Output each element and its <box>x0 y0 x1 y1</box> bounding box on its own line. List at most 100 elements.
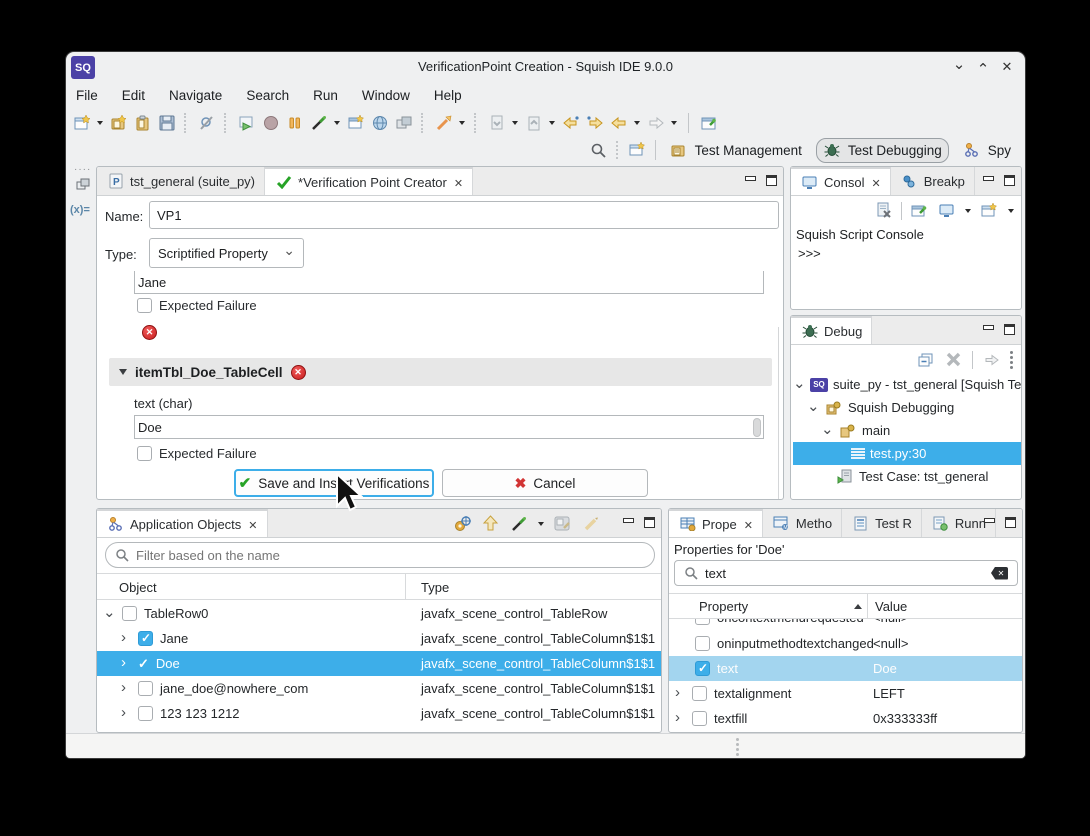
forward-icon[interactable] <box>646 114 665 133</box>
launch-dropdown-icon[interactable] <box>459 121 465 125</box>
display-console-icon[interactable] <box>937 201 956 220</box>
new-test-suite-icon[interactable] <box>109 114 128 133</box>
pick-parent-icon[interactable] <box>481 514 500 533</box>
minimize-panel-icon[interactable] <box>984 518 995 527</box>
previous-annotation-dropdown-icon[interactable] <box>549 121 555 125</box>
display-console-dropdown-icon[interactable] <box>965 209 971 213</box>
expected-failure-checkbox-2[interactable] <box>137 446 152 461</box>
collapse-caret-icon[interactable] <box>119 369 127 375</box>
menu-navigate[interactable]: Navigate <box>169 88 222 103</box>
menu-window[interactable]: Window <box>362 88 410 103</box>
column-value[interactable]: Value <box>875 599 907 614</box>
tab-debug[interactable]: Debug <box>791 316 872 344</box>
pin-editor-icon[interactable] <box>699 114 718 133</box>
maximize-panel-icon[interactable] <box>644 517 655 528</box>
new-test-case-icon[interactable] <box>133 114 152 133</box>
tab-breakpoints[interactable]: Breakp <box>891 167 975 195</box>
chevron-down-icon[interactable] <box>793 379 805 391</box>
minimize-panel-icon[interactable] <box>983 325 994 334</box>
tab-methods[interactable]: M Metho <box>763 509 842 537</box>
previous-annotation-icon[interactable] <box>524 114 543 133</box>
tab-application-objects[interactable]: Application Objects <box>97 509 268 537</box>
menu-run[interactable]: Run <box>313 88 338 103</box>
pause-icon[interactable] <box>285 114 304 133</box>
maximize-panel-icon[interactable] <box>766 175 777 186</box>
jane-value-input[interactable] <box>138 275 760 290</box>
maximize-panel-icon[interactable] <box>1004 175 1015 186</box>
field-scrollbar[interactable] <box>753 418 761 437</box>
chevron-right-icon[interactable] <box>119 658 131 670</box>
doe-value-field[interactable] <box>134 415 764 439</box>
run-test-icon[interactable] <box>237 114 256 133</box>
browser-icon[interactable] <box>370 114 389 133</box>
perspective-test-debugging[interactable]: Test Debugging <box>816 138 949 163</box>
launch-aut-icon[interactable] <box>434 114 453 133</box>
debug-testcase-row[interactable]: Test Case: tst_general <box>793 465 1021 488</box>
back-icon[interactable] <box>609 114 628 133</box>
property-checkbox[interactable] <box>695 619 710 625</box>
new-icon[interactable] <box>72 114 91 133</box>
forward-to-last-edit-icon[interactable] <box>585 114 604 133</box>
back-to-last-edit-icon[interactable] <box>561 114 580 133</box>
chevron-down-icon[interactable] <box>807 402 819 414</box>
property-filter-input[interactable] <box>705 566 984 581</box>
tab-properties[interactable]: Prope <box>669 509 763 537</box>
object-picker-icon[interactable] <box>509 514 528 533</box>
tab-tst-general[interactable]: P tst_general (suite_py) <box>97 167 265 195</box>
perspective-test-management[interactable]: Test Management <box>664 139 808 162</box>
object-checkbox[interactable] <box>138 681 153 696</box>
column-object[interactable]: Object <box>119 580 157 595</box>
maximize-window-button[interactable] <box>973 58 993 76</box>
property-row-textfill[interactable]: textfill 0x333333ff <box>669 706 1022 731</box>
minimize-panel-icon[interactable] <box>745 176 756 185</box>
maximize-panel-icon[interactable] <box>1004 324 1015 335</box>
collapse-all-icon[interactable] <box>916 350 935 369</box>
open-console-dropdown-icon[interactable] <box>1008 209 1014 213</box>
chevron-down-icon[interactable] <box>103 608 115 620</box>
chevron-right-icon[interactable] <box>673 713 685 725</box>
edit-object-icon[interactable] <box>582 514 601 533</box>
menu-file[interactable]: File <box>76 88 98 103</box>
property-checkbox[interactable] <box>695 636 710 651</box>
picker-dropdown-icon[interactable] <box>334 121 340 125</box>
property-checkbox[interactable] <box>692 711 707 726</box>
new-window-icon[interactable] <box>346 114 365 133</box>
back-dropdown-icon[interactable] <box>634 121 640 125</box>
clear-console-icon[interactable] <box>874 201 893 220</box>
debug-stack-frame-row[interactable]: test.py:30 <box>793 442 1021 465</box>
object-row-email[interactable]: jane_doe@nowhere_com javafx_scene_contro… <box>97 676 661 701</box>
close-tab-icon[interactable] <box>742 517 753 532</box>
menu-edit[interactable]: Edit <box>122 88 145 103</box>
chevron-right-icon[interactable] <box>119 683 131 695</box>
column-divider[interactable] <box>867 594 868 619</box>
forward-dropdown-icon[interactable] <box>671 121 677 125</box>
next-annotation-dropdown-icon[interactable] <box>512 121 518 125</box>
tab-verification-point-creator[interactable]: *Verification Point Creator <box>265 167 473 195</box>
variables-view-icon[interactable]: (x)= <box>70 204 90 216</box>
property-row-textalignment[interactable]: textalignment LEFT <box>669 681 1022 706</box>
clear-filter-icon[interactable] <box>991 567 1008 580</box>
name-input[interactable] <box>149 201 779 229</box>
menu-help[interactable]: Help <box>434 88 462 103</box>
maximize-panel-icon[interactable] <box>1005 517 1016 528</box>
object-picker-icon[interactable] <box>309 114 328 133</box>
picker-dropdown-icon[interactable] <box>538 522 544 526</box>
editor-scrollbar[interactable] <box>778 327 779 499</box>
name-input-field[interactable] <box>157 208 771 223</box>
search-icon[interactable] <box>589 141 608 160</box>
column-property[interactable]: Property <box>699 599 748 614</box>
view-menu-icon[interactable] <box>1010 351 1013 369</box>
next-annotation-icon[interactable] <box>487 114 506 133</box>
chevron-down-icon[interactable] <box>821 425 833 437</box>
new-dropdown-icon[interactable] <box>97 121 103 125</box>
minimize-panel-icon[interactable] <box>983 176 994 185</box>
refresh-objects-icon[interactable] <box>453 514 472 533</box>
save-icon[interactable] <box>157 114 176 133</box>
property-row-oninputmethodtextchanged[interactable]: oninputmethodtextchanged <null> <box>669 631 1022 656</box>
column-divider[interactable] <box>405 574 406 600</box>
chevron-right-icon[interactable] <box>119 708 131 720</box>
windows-icon[interactable] <box>394 114 413 133</box>
column-type[interactable]: Type <box>421 580 449 595</box>
chevron-right-icon[interactable] <box>673 688 685 700</box>
close-tab-icon[interactable] <box>869 175 880 190</box>
